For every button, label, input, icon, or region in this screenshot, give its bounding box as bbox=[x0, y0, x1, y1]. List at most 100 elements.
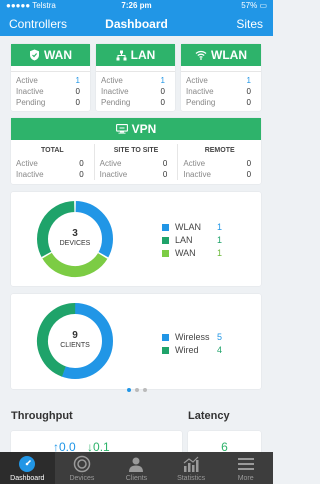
devices-card[interactable]: 3 DEVICES WLAN 1 LAN 1 WAN 1 bbox=[11, 192, 261, 286]
statistics-icon bbox=[183, 456, 199, 472]
legend-value: 4 bbox=[217, 345, 223, 355]
lan-header: LAN bbox=[96, 44, 175, 66]
legend-item-wired: Wired 4 bbox=[162, 345, 222, 355]
latency-title: Latency bbox=[188, 410, 230, 422]
vpn-column-remote: REMOTE Active 0 Inactive 0 bbox=[178, 144, 261, 180]
wlan-inactive-row: Inactive 0 bbox=[181, 86, 261, 97]
row-label: Pending bbox=[186, 98, 216, 107]
wan-header: WAN bbox=[11, 44, 90, 66]
status-bar: ●●●●● Telstra 7:26 pm 57% ▭ bbox=[0, 0, 273, 12]
wan-active-row: Active 1 bbox=[11, 75, 90, 86]
clock: 7:26 pm bbox=[121, 1, 152, 10]
tab-label: Statistics bbox=[177, 475, 206, 482]
lan-card[interactable]: LAN Active 1 Inactive 0 Pending 0 bbox=[96, 44, 175, 111]
wlan-title: WLAN bbox=[211, 48, 247, 62]
legend-swatch bbox=[162, 236, 169, 244]
legend-value: 5 bbox=[217, 332, 223, 342]
row-value: 0 bbox=[79, 159, 84, 168]
tab-bar: Dashboard Devices Clients Statistics Mor… bbox=[0, 452, 273, 484]
legend-label: WAN bbox=[175, 248, 196, 258]
row-label: Pending bbox=[101, 98, 131, 107]
dashboard-icon bbox=[19, 456, 36, 472]
legend-label: Wired bbox=[175, 345, 199, 355]
legend-swatch bbox=[162, 346, 169, 354]
column-heading: REMOTE bbox=[204, 147, 235, 154]
network-icon bbox=[116, 50, 127, 60]
legend-swatch bbox=[162, 249, 169, 257]
legend-value: 1 bbox=[217, 235, 223, 245]
row-value: 1 bbox=[75, 76, 80, 85]
clients-card[interactable]: 9 CLIENTS Wireless 5 Wired 4 bbox=[11, 294, 261, 389]
row-label: Pending bbox=[16, 98, 46, 107]
vpn-card[interactable]: VPN TOTAL Active 0 Inactive 0 SITE TO SITE… bbox=[11, 118, 261, 184]
tab-statistics[interactable]: Statistics bbox=[164, 452, 219, 484]
row-label: Inactive bbox=[16, 87, 44, 96]
row-label: Inactive bbox=[99, 170, 128, 179]
row-label: Active bbox=[16, 76, 38, 85]
navigation-bar: Controllers Dashboard Sites bbox=[0, 12, 273, 36]
more-icon bbox=[237, 458, 254, 470]
legend-label: WLAN bbox=[175, 222, 202, 232]
wan-inactive-row: Inactive 0 bbox=[11, 86, 90, 97]
legend-item-lan: LAN 1 bbox=[162, 235, 222, 245]
wifi-icon bbox=[195, 50, 207, 60]
lan-inactive-row: Inactive 0 bbox=[96, 86, 175, 97]
row-value: 0 bbox=[75, 87, 80, 96]
tab-more[interactable]: More bbox=[218, 452, 273, 484]
legend-swatch bbox=[162, 333, 169, 341]
clients-icon bbox=[129, 457, 144, 472]
tab-label: Clients bbox=[125, 475, 148, 482]
legend-value: 1 bbox=[217, 222, 223, 232]
devices-label: DEVICES bbox=[59, 240, 91, 247]
tab-label: More bbox=[237, 475, 254, 482]
wan-pending-row: Pending 0 bbox=[11, 97, 90, 108]
vpn-title: VPN bbox=[131, 122, 157, 136]
divider bbox=[11, 71, 90, 72]
tab-devices[interactable]: Devices bbox=[55, 452, 110, 484]
vpn-column-site-to-site: SITE TO SITE Active 0 Inactive 0 bbox=[95, 144, 179, 180]
page-dot[interactable] bbox=[134, 388, 139, 392]
legend-item-wan: WAN 1 bbox=[162, 248, 222, 258]
wlan-header: WLAN bbox=[181, 44, 261, 66]
wan-title: WAN bbox=[44, 48, 72, 62]
vpn-icon bbox=[115, 124, 128, 134]
throughput-title: Throughput bbox=[11, 410, 73, 422]
lan-title: LAN bbox=[130, 48, 156, 62]
sites-link[interactable]: Sites bbox=[236, 17, 263, 31]
row-label: Active bbox=[101, 76, 123, 85]
row-label: Inactive bbox=[16, 170, 44, 179]
tab-clients[interactable]: Clients bbox=[109, 452, 164, 484]
wlan-active-row: Active 1 bbox=[181, 75, 261, 86]
devices-count: 3 bbox=[72, 228, 78, 239]
devices-icon bbox=[73, 455, 91, 473]
page-dot[interactable] bbox=[142, 388, 147, 392]
tab-label: Dashboard bbox=[10, 475, 45, 482]
legend-item-wlan: WLAN 1 bbox=[162, 222, 222, 232]
battery-percent: 57% bbox=[241, 1, 258, 10]
lan-pending-row: Pending 0 bbox=[96, 97, 175, 108]
lan-active-row: Active 1 bbox=[96, 75, 175, 86]
tab-dashboard[interactable]: Dashboard bbox=[0, 452, 55, 484]
clients-count: 9 bbox=[72, 330, 78, 341]
row-value: 0 bbox=[246, 170, 252, 179]
row-label: Active bbox=[183, 159, 206, 168]
devices-center: 3 DEVICES bbox=[35, 228, 115, 247]
wan-card[interactable]: WAN Active 1 Inactive 0 Pending 0 bbox=[11, 44, 90, 111]
row-value: 0 bbox=[246, 87, 251, 96]
divider bbox=[181, 71, 261, 72]
row-label: Inactive bbox=[101, 87, 129, 96]
wlan-card[interactable]: WLAN Active 1 Inactive 0 Pending 0 bbox=[181, 44, 261, 111]
vpn-row: Inactive 0 bbox=[11, 169, 94, 180]
row-label: Inactive bbox=[183, 170, 211, 179]
clients-center: 9 CLIENTS bbox=[35, 330, 115, 349]
row-value: 0 bbox=[160, 87, 165, 96]
column-heading: TOTAL bbox=[40, 147, 64, 154]
row-label: Active bbox=[16, 159, 38, 168]
column-heading: SITE TO SITE bbox=[113, 147, 159, 154]
page-dot-active[interactable] bbox=[126, 388, 131, 392]
row-value: 0 bbox=[160, 98, 165, 107]
legend-value: 1 bbox=[217, 248, 223, 258]
legend-label: Wireless bbox=[175, 332, 210, 342]
page-indicator[interactable] bbox=[0, 379, 273, 397]
legend-item-wireless: Wireless 5 bbox=[162, 332, 222, 342]
